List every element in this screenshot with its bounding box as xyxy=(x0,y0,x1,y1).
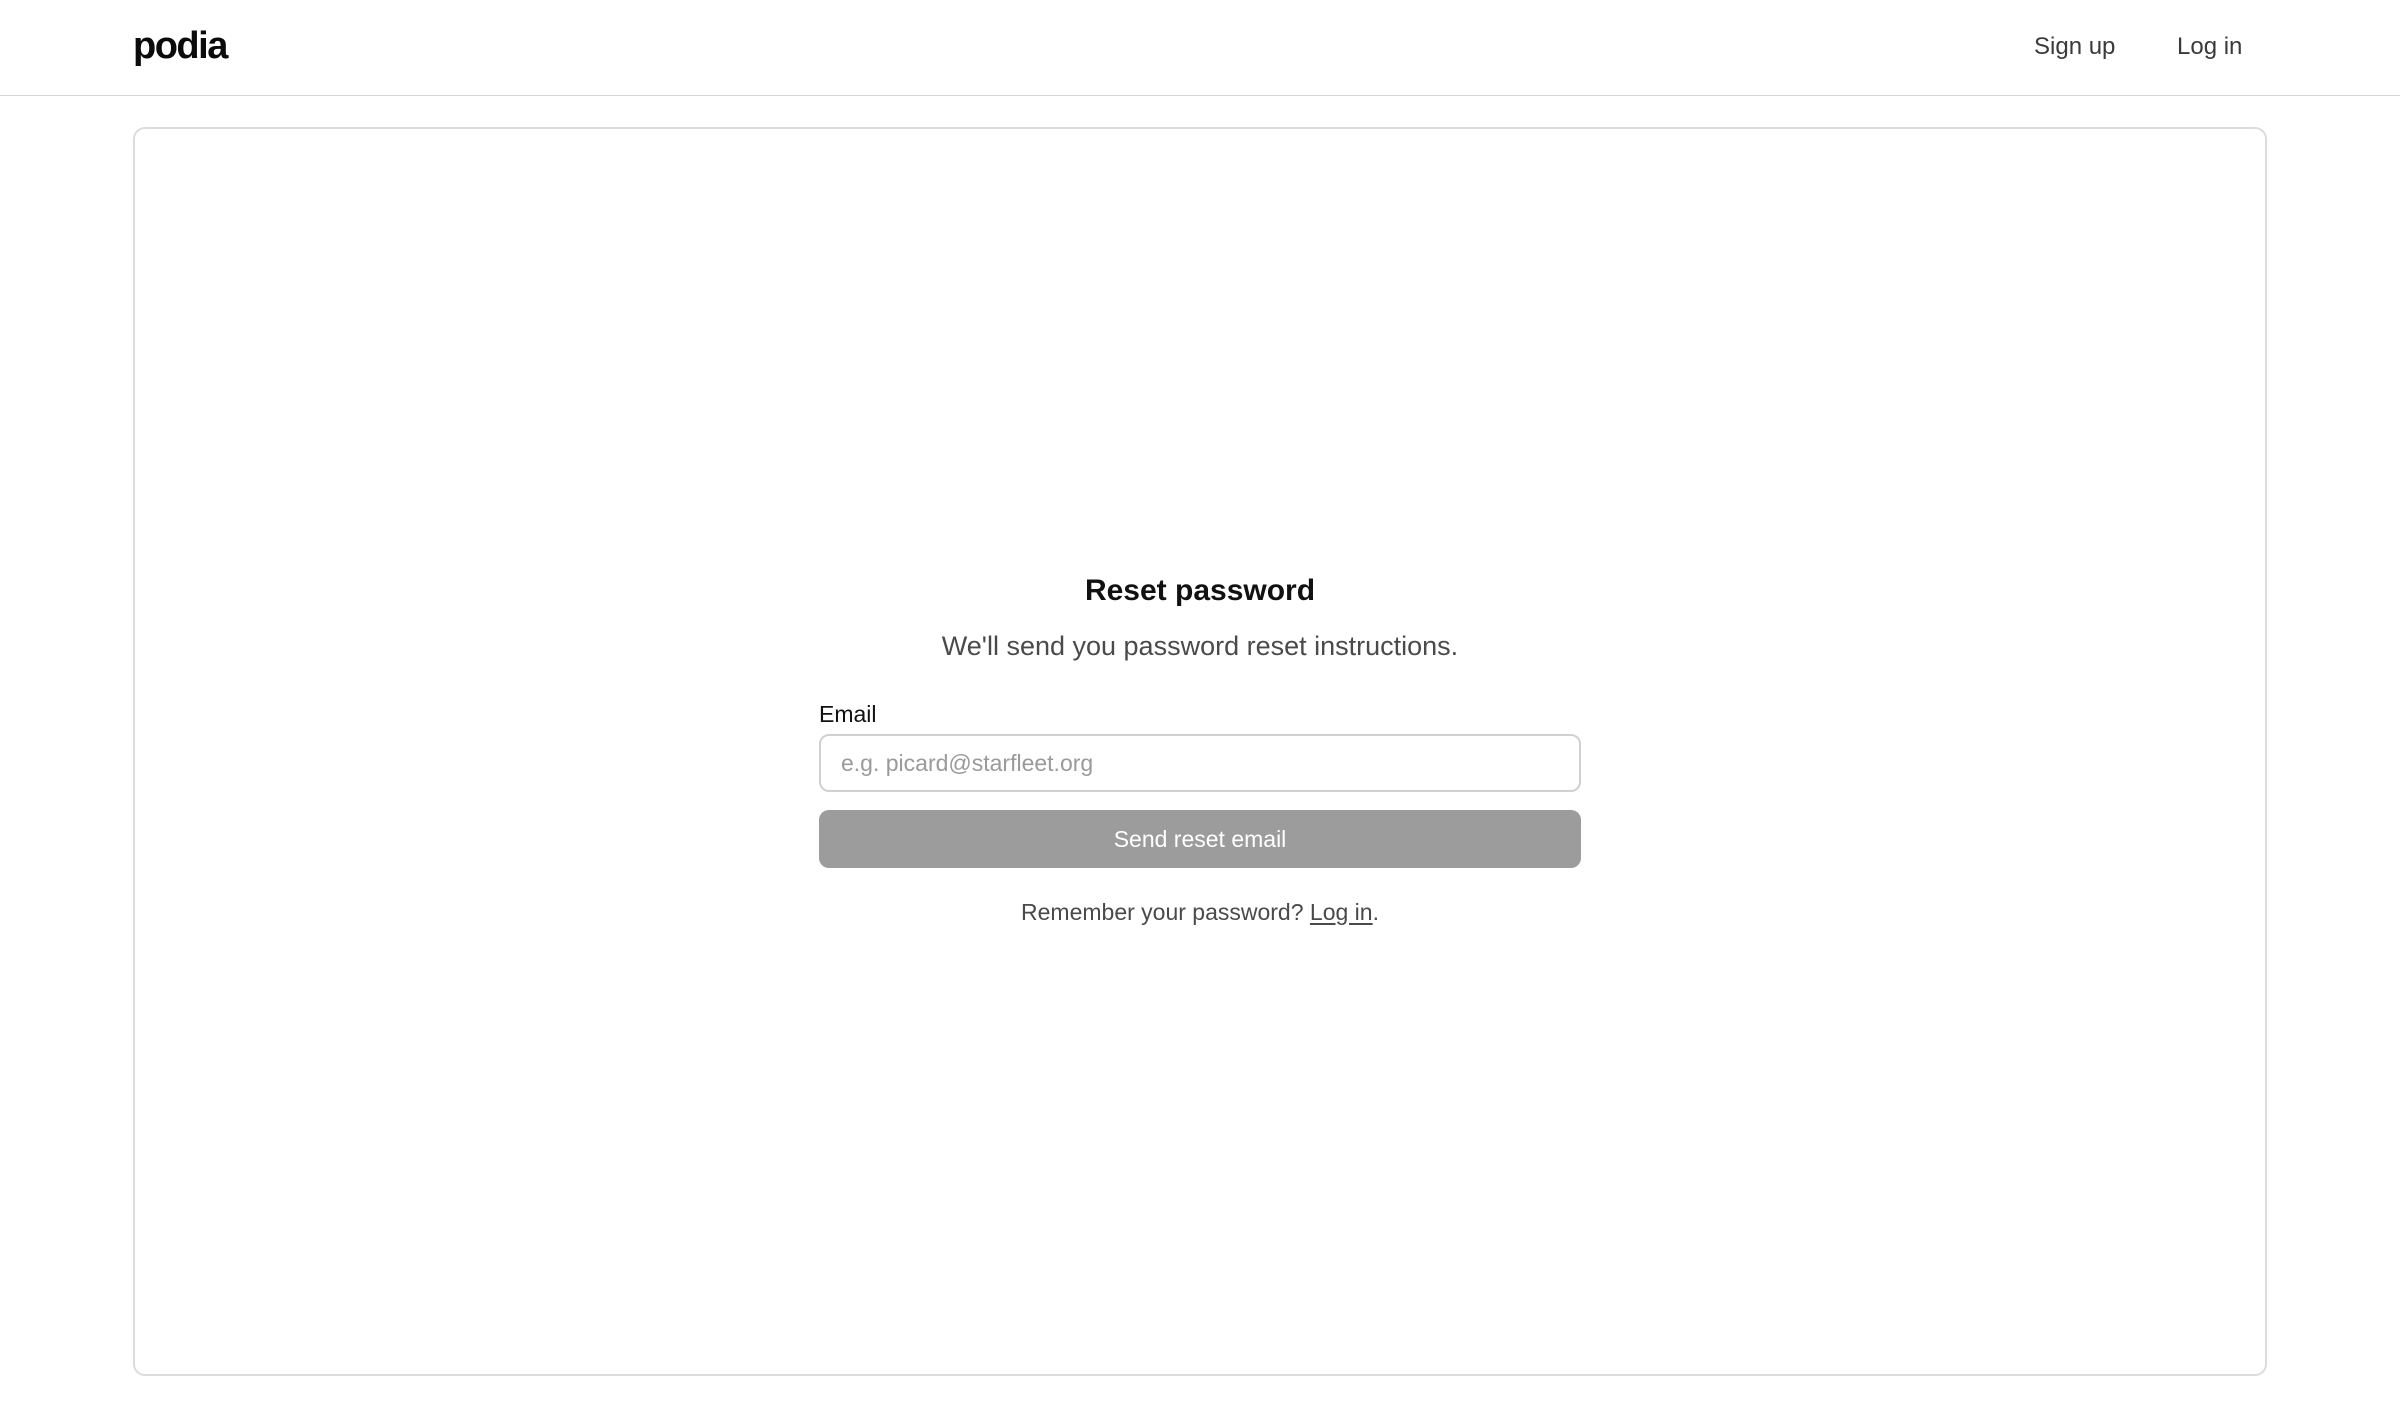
top-nav-bar: podia Sign up Log in xyxy=(0,0,2400,96)
sign-up-link[interactable]: Sign up xyxy=(2034,30,2115,64)
podia-logo[interactable]: podia xyxy=(133,22,228,70)
remember-password-period: . xyxy=(1372,899,1379,925)
email-label: Email xyxy=(819,701,877,727)
remember-password-text: Remember your password? xyxy=(1021,899,1310,925)
page-title: Reset password xyxy=(1084,574,1316,607)
log-in-link[interactable]: Log in xyxy=(2177,30,2242,64)
email-input[interactable] xyxy=(819,734,1581,792)
log-in-inline-link[interactable]: Log in xyxy=(1310,899,1373,925)
page: podia Sign up Log in Reset password We'l… xyxy=(0,0,2400,1411)
send-reset-email-button[interactable]: Send reset email xyxy=(819,810,1581,868)
remember-password-prompt: Remember your password? Log in. xyxy=(0,896,2400,928)
page-subtitle: We'll send you password reset instructio… xyxy=(941,631,1459,661)
